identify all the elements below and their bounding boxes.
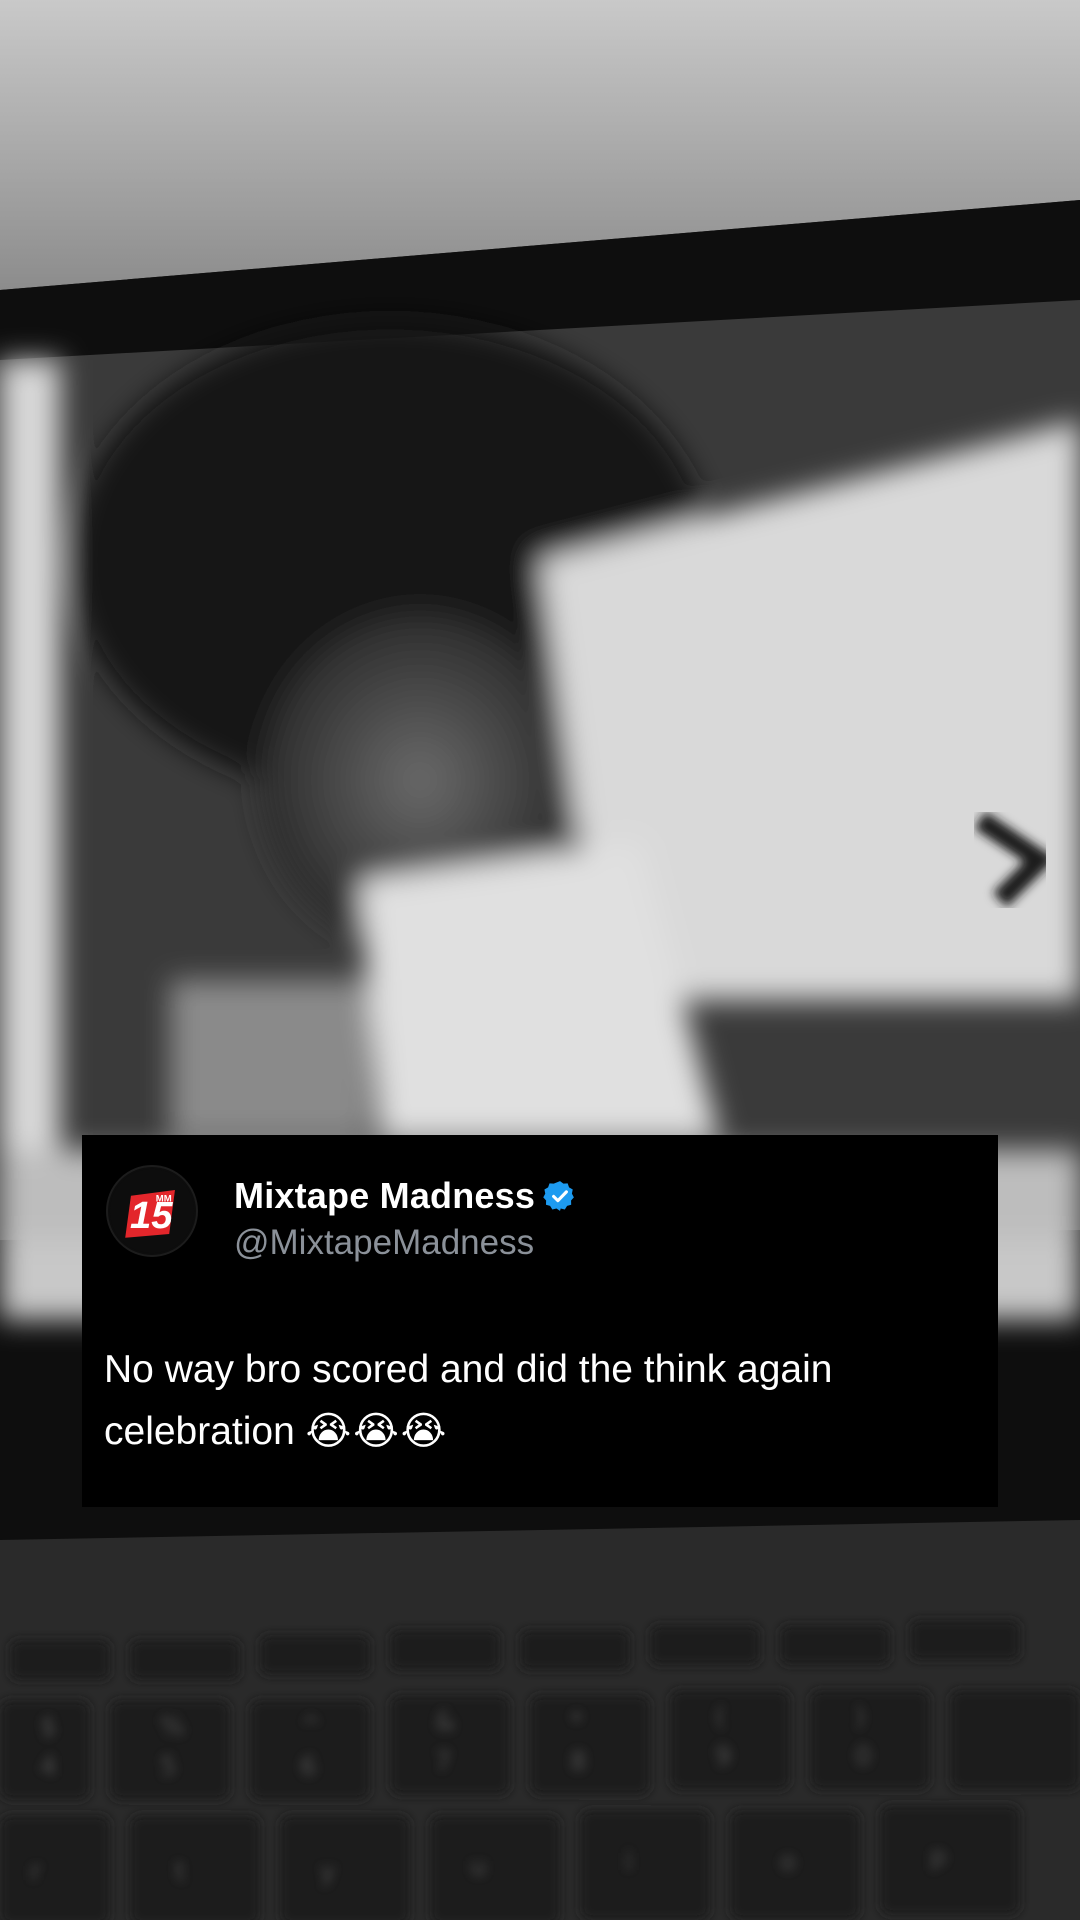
key-label: 9 (715, 1742, 732, 1772)
tweet-text: No way bro scored and did the think agai… (104, 1339, 974, 1463)
key-label: u (470, 1852, 486, 1882)
key-label: 4 (40, 1752, 57, 1782)
key-label: * (570, 1707, 583, 1737)
key-label: 5 (160, 1752, 177, 1782)
author-display-name[interactable]: Mixtape Madness (234, 1175, 535, 1217)
tweet-card[interactable]: 15 MM Mixtape Madness @MixtapeMadness No… (82, 1135, 998, 1507)
key-label: 6 (300, 1752, 317, 1782)
author-handle[interactable]: @MixtapeMadness (234, 1223, 534, 1263)
key-label: t (175, 1857, 185, 1887)
key-label: $ (40, 1712, 57, 1742)
key-label: r (30, 1857, 41, 1887)
mixtape-madness-logo-icon: 15 MM (109, 1168, 195, 1254)
author-name-row: Mixtape Madness (234, 1175, 577, 1217)
key-label: & (435, 1707, 455, 1737)
key-label: o (780, 1847, 796, 1877)
key-label: ( (715, 1702, 725, 1732)
tweet-body: No way bro scored and did the think agai… (104, 1348, 833, 1453)
key-label: y (320, 1857, 335, 1887)
key-label: p (930, 1842, 947, 1872)
key-label: % (160, 1712, 185, 1742)
key-label: i (625, 1847, 632, 1877)
key-label: ^ (300, 1712, 322, 1742)
key-label: 8 (570, 1747, 587, 1777)
key-label: 7 (435, 1747, 452, 1777)
verified-badge-icon (543, 1181, 574, 1211)
svg-text:MM: MM (156, 1193, 172, 1204)
loudly-crying-emoji-icon: 😭😭😭 (305, 1410, 449, 1453)
key-label: 0 (855, 1742, 872, 1772)
background-photo: $ 4 % 5 ^ 6 & 7 * 8 ( 9 ) 0 r t y u i o … (0, 0, 1080, 1920)
avatar[interactable]: 15 MM (106, 1165, 198, 1257)
key-label: ) (855, 1702, 865, 1732)
